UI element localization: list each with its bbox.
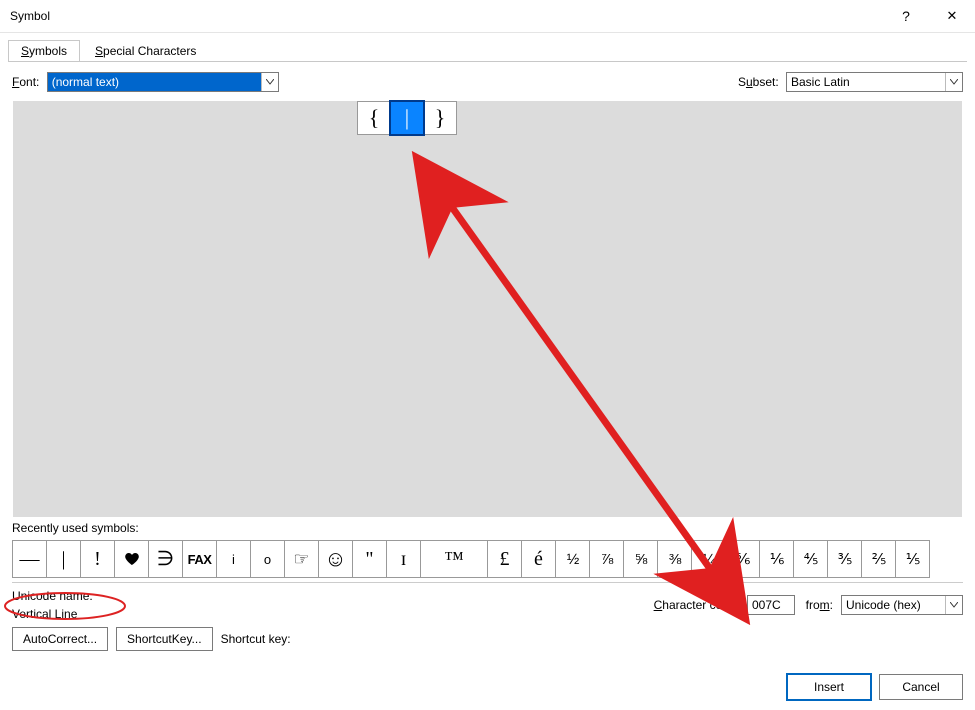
subset-label: Subset: xyxy=(738,75,779,89)
symbol-cell[interactable]: } xyxy=(423,101,457,135)
recent-cell[interactable]: i xyxy=(216,540,251,578)
tab-row: Symbols Special Characters xyxy=(0,33,975,61)
recent-cell[interactable]: ⅗ xyxy=(827,540,862,578)
recent-cell[interactable]: ɪ xyxy=(386,540,421,578)
insert-button[interactable]: Insert xyxy=(787,674,871,700)
recent-cell[interactable]: ½ xyxy=(555,540,590,578)
char-code-input[interactable] xyxy=(747,595,795,615)
recent-cell[interactable]: ∋ xyxy=(148,540,183,578)
recent-symbols-row: — | ! ∋ FAX i o ☞ ☺ " ɪ ™ £ é ½ ⅞ ⅝ xyxy=(12,540,963,578)
font-input[interactable] xyxy=(48,73,261,91)
symbol-cell[interactable]: { xyxy=(357,101,391,135)
chevron-down-icon[interactable] xyxy=(261,73,278,91)
recent-label: Recently used symbols: xyxy=(12,521,963,535)
from-combo[interactable] xyxy=(841,595,963,615)
recent-cell[interactable]: ⅘ xyxy=(793,540,828,578)
dialog-footer: Insert Cancel xyxy=(787,674,963,700)
recent-cell-heart[interactable] xyxy=(114,540,149,578)
shortcut-key-button[interactable]: Shortcut Key... xyxy=(116,627,213,651)
shortcut-row: AutoCorrect... Shortcut Key... Shortcut … xyxy=(12,627,963,651)
recent-cell[interactable]: é xyxy=(521,540,556,578)
info-row: Unicode name: Vertical Line Character co… xyxy=(12,589,963,621)
subset-input[interactable] xyxy=(787,73,945,91)
close-button[interactable]: ✕ xyxy=(929,0,975,32)
from-label: from: xyxy=(799,598,833,612)
symbol-grid-area[interactable]: { | } xyxy=(12,100,963,518)
subset-combo[interactable] xyxy=(786,72,963,92)
help-button[interactable]: ? xyxy=(883,0,929,32)
shortcut-key-label: Shortcut key: xyxy=(221,632,291,646)
recent-cell[interactable]: " xyxy=(352,540,387,578)
recent-cell[interactable]: ⅝ xyxy=(623,540,658,578)
recent-cell-pointer[interactable]: ☞ xyxy=(284,540,319,578)
recent-cell[interactable]: ™ xyxy=(420,540,488,578)
recent-cell[interactable]: ! xyxy=(80,540,115,578)
recent-cell[interactable]: ⅙ xyxy=(759,540,794,578)
recent-cell[interactable]: FAX xyxy=(182,540,217,578)
unicode-name-value: Vertical Line xyxy=(12,607,93,621)
tab-symbols[interactable]: Symbols xyxy=(8,40,80,61)
unicode-name-label: Unicode name: xyxy=(12,589,93,603)
recent-cell[interactable]: ¼ xyxy=(691,540,726,578)
recent-cell[interactable]: £ xyxy=(487,540,522,578)
title-bar: Symbol ? ✕ xyxy=(0,0,975,33)
cancel-button[interactable]: Cancel xyxy=(879,674,963,700)
heart-icon xyxy=(124,551,140,567)
symbol-cell-selected[interactable]: | xyxy=(390,101,424,135)
recent-cell[interactable]: ⅕ xyxy=(895,540,930,578)
recent-cell[interactable]: o xyxy=(250,540,285,578)
recent-cell-smiley[interactable]: ☺ xyxy=(318,540,353,578)
window-title: Symbol xyxy=(10,9,50,23)
autocorrect-button[interactable]: AutoCorrect... xyxy=(12,627,108,651)
recent-cell[interactable]: ⅞ xyxy=(589,540,624,578)
chevron-down-icon[interactable] xyxy=(945,73,962,91)
recent-cell[interactable]: ⅚ xyxy=(725,540,760,578)
font-combo[interactable] xyxy=(47,72,279,92)
recent-cell[interactable]: ⅜ xyxy=(657,540,692,578)
char-code-label: Character code: xyxy=(654,598,739,612)
recent-cell[interactable]: | xyxy=(46,540,81,578)
smiley-icon: ☺ xyxy=(324,548,346,570)
pointing-hand-icon: ☞ xyxy=(293,550,309,568)
recent-cell[interactable]: — xyxy=(12,540,47,578)
symbol-grid: { | } xyxy=(357,101,457,135)
recent-cell[interactable]: ⅖ xyxy=(861,540,896,578)
tab-special-characters[interactable]: Special Characters xyxy=(82,40,209,61)
chevron-down-icon[interactable] xyxy=(945,596,962,614)
symbol-dialog: Symbol ? ✕ Symbols Special Characters Fo… xyxy=(0,0,975,710)
from-input[interactable] xyxy=(842,596,945,614)
font-subset-row: Font: Subset: xyxy=(12,72,963,92)
font-label: Font: xyxy=(12,75,39,89)
